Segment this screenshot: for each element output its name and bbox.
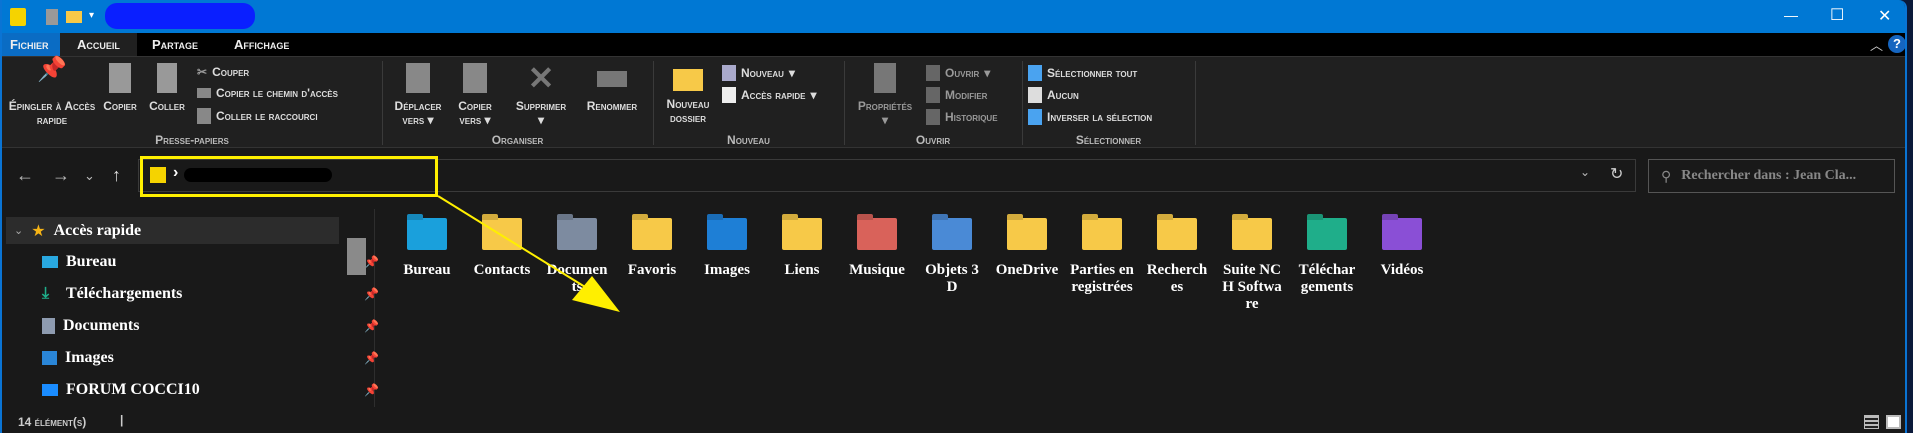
status-divider: | (120, 413, 124, 427)
item-count: 14 élément(s) (18, 415, 87, 429)
large-icons-view-icon[interactable] (1886, 415, 1901, 429)
annotation-arrow (437, 195, 620, 312)
file-explorer-window: ▾ — ☐ ✕ Fichier Accueil Partage Affichag… (0, 0, 1907, 433)
details-view-icon[interactable] (1864, 415, 1879, 429)
status-bar: 14 élément(s) | (2, 410, 1905, 433)
